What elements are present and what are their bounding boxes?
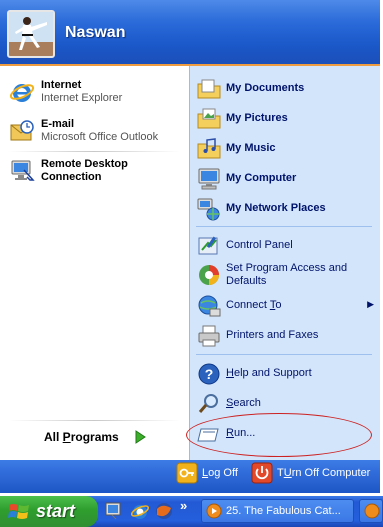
start-label: start (36, 501, 76, 521)
search-label: Search (226, 397, 261, 410)
pinned-item-email[interactable]: E-mail Microsoft Office Outlook (9, 118, 158, 144)
annotation-ellipse (186, 413, 372, 457)
system-label: Set Program Access and Defaults (226, 262, 347, 288)
partial-task-icon (364, 503, 380, 519)
quicklaunch-show-desktop-icon[interactable] (104, 501, 124, 521)
connect-to-icon (196, 293, 222, 319)
place-my-music[interactable]: My Music (196, 136, 276, 162)
avatar[interactable] (7, 10, 55, 58)
my-computer-icon (196, 166, 222, 192)
green-arrow-icon (135, 430, 146, 444)
system-program-access[interactable]: Set Program Access and Defaults (196, 262, 347, 288)
help-accel-key: H (226, 367, 234, 379)
remote-desktop-icon (9, 158, 35, 184)
connect-to-label-post: o (275, 299, 282, 311)
place-my-documents[interactable]: My Documents (196, 76, 304, 102)
media-player-icon (206, 503, 222, 519)
log-off-button[interactable]: Log Off (176, 462, 238, 484)
right-separator (196, 354, 372, 355)
search-label-rest: earch (233, 397, 261, 409)
system-control-panel[interactable]: Control Panel (196, 233, 293, 259)
all-programs-label-prefix: All (44, 430, 63, 444)
pinned-item-internet[interactable]: Internet Internet Explorer (9, 79, 122, 105)
system-connect-to[interactable]: Connect To ▶ (196, 293, 374, 319)
my-music-icon (196, 136, 222, 162)
pinned-item-title: Internet (41, 79, 82, 91)
windows-logo-icon (8, 503, 29, 519)
system-label: Printers and Faxes (226, 329, 319, 341)
right-separator (196, 226, 372, 227)
karate-avatar-image (9, 12, 53, 56)
pinned-item-title: E-mail (41, 118, 75, 130)
place-label: My Documents (226, 82, 305, 94)
turn-off-label: TUrn Off Computer (277, 467, 370, 479)
submenu-arrow-icon: ▶ (367, 299, 374, 309)
log-off-label-rest: og Off (208, 467, 238, 479)
quicklaunch-chevron[interactable]: » (180, 498, 187, 513)
recent-item-title: Remote Desktop (41, 158, 128, 170)
turn-off-computer-button[interactable]: TUrn Off Computer (251, 462, 370, 484)
turn-off-label-rest: rn Off Computer (291, 467, 371, 479)
help-icon: ? (196, 361, 222, 387)
pinned-item-subtitle: Internet Explorer (41, 92, 123, 104)
program-access-icon (196, 262, 222, 288)
quicklaunch-internet-explorer-icon[interactable] (130, 501, 150, 521)
left-separator (8, 420, 180, 421)
log-off-icon (176, 462, 198, 484)
place-my-computer[interactable]: My Computer (196, 166, 296, 192)
turn-off-icon (251, 462, 273, 484)
system-label-line2: Defaults (226, 275, 267, 287)
taskbar-task-label: 25. The Fabulous Cat... (226, 505, 341, 517)
place-label: My Pictures (226, 112, 288, 124)
pinned-item-subtitle: Microsoft Office Outlook (41, 131, 159, 143)
help-label-rest: elp and Support (233, 367, 312, 379)
all-programs-button[interactable]: All Programs (44, 430, 147, 444)
place-label: My Computer (226, 172, 297, 184)
place-my-network-places[interactable]: My Network Places (196, 196, 326, 222)
left-separator (8, 151, 180, 152)
internet-explorer-icon (9, 79, 35, 105)
my-documents-icon (196, 76, 222, 102)
system-label: Connect To (226, 299, 367, 312)
all-programs-label-rest: rograms (70, 430, 119, 444)
user-name: Naswan (65, 24, 126, 41)
my-pictures-icon (196, 106, 222, 132)
place-label: My Music (226, 142, 276, 154)
start-button[interactable]: start (0, 496, 98, 527)
search-icon (196, 391, 222, 417)
place-label: My Network Places (226, 202, 326, 214)
help-and-support[interactable]: ? Help and Support (196, 361, 312, 387)
quicklaunch-firefox-icon[interactable] (154, 501, 174, 521)
log-off-label: Log Off (202, 467, 238, 479)
recent-item-subtitle: Connection (41, 171, 102, 183)
all-programs-label: All Programs (44, 430, 119, 444)
place-my-pictures[interactable]: My Pictures (196, 106, 288, 132)
printers-icon (196, 323, 222, 349)
outlook-icon (9, 118, 35, 144)
start-menu: Naswan Internet Internet Explorer E-mail… (0, 0, 380, 493)
system-label-line1: Set Program Access and (226, 262, 348, 274)
turn-off-accel-key: U (283, 467, 292, 479)
system-label: Control Panel (226, 239, 293, 251)
taskbar-task-partial[interactable] (359, 499, 383, 523)
help-label: Help and Support (226, 367, 312, 380)
all-programs-accel-key: P (62, 430, 71, 444)
recent-item-remote-desktop[interactable]: Remote Desktop Connection (9, 158, 128, 184)
turn-off-label-pre: T (277, 467, 284, 479)
system-printers-faxes[interactable]: Printers and Faxes (196, 323, 318, 349)
start-menu-header: Naswan (0, 0, 380, 66)
taskbar-task-media-player[interactable]: 25. The Fabulous Cat... (201, 499, 354, 523)
control-panel-icon (196, 233, 222, 259)
svg-text:?: ? (205, 366, 214, 382)
my-network-places-icon (196, 196, 222, 222)
connect-to-label-pre: Connect (226, 299, 270, 311)
